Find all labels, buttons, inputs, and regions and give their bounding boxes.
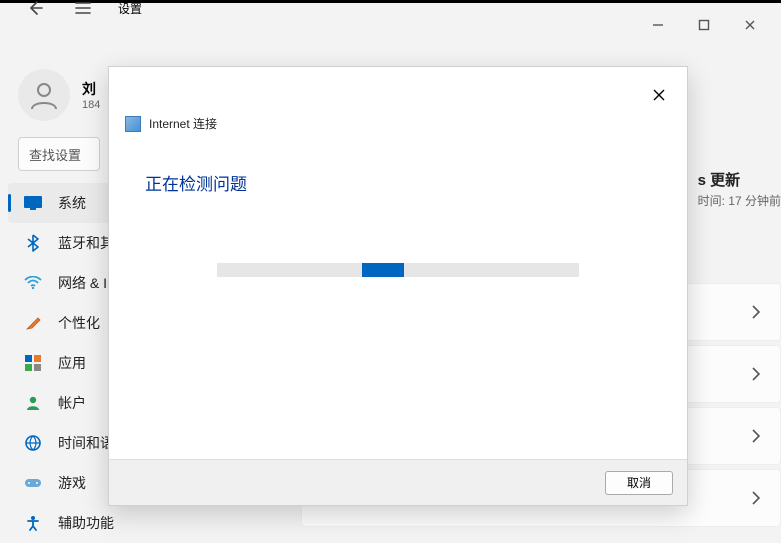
dialog-backdrop: Internet 连接 正在检测问题 取消	[0, 0, 781, 543]
dialog-message: 正在检测问题	[145, 170, 687, 195]
troubleshooter-dialog: Internet 连接 正在检测问题 取消	[108, 66, 688, 506]
dialog-close-button[interactable]	[649, 85, 669, 105]
progress-bar-fill	[362, 263, 404, 277]
progress-bar-track	[217, 263, 579, 277]
dialog-title: Internet 连接	[149, 115, 217, 132]
dialog-app-icon	[125, 116, 141, 132]
dialog-footer: 取消	[109, 459, 687, 505]
cancel-button[interactable]: 取消	[605, 471, 673, 495]
